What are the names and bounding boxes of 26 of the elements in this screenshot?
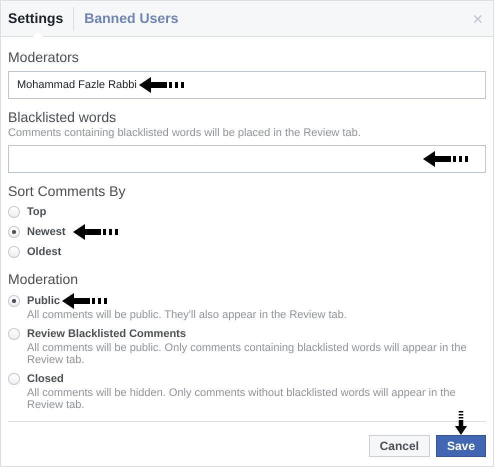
option-description: All comments will be public. They'll also appear in the Review tab. — [27, 309, 348, 321]
radio-button[interactable] — [8, 226, 20, 238]
cancel-button[interactable]: Cancel — [368, 435, 430, 457]
radio-button[interactable] — [8, 295, 20, 307]
option-description: All comments will be hidden. Only comments without blacklisted words will appear in the Review tab. — [27, 387, 457, 411]
section-label: Sort Comments By — [8, 183, 126, 200]
help-text: Comments containing blacklisted words will be placed in the Review tab. — [8, 126, 362, 140]
radio-button[interactable] — [8, 246, 20, 258]
section-label: Moderators — [8, 49, 80, 66]
radio-button[interactable] — [8, 328, 20, 340]
option-label: Closed — [27, 372, 64, 387]
section-label: Moderation — [8, 271, 80, 288]
option-description: All comments will be public. Only comments containing blacklisted words will appear in the Review tab. — [27, 342, 468, 366]
radio-button[interactable] — [8, 373, 20, 385]
moderators-field[interactable]: Mohammad Fazle Rabbi — [8, 71, 486, 99]
option-label: Public — [27, 294, 60, 309]
moderator-name: Mohammad Fazle Rabbi — [17, 78, 137, 93]
blacklist-field[interactable] — [8, 145, 486, 173]
section-label: Blacklisted words — [8, 109, 118, 126]
save-button[interactable]: Save — [436, 435, 486, 457]
radio-button[interactable] — [8, 206, 20, 218]
tab[interactable]: Settings — [8, 1, 64, 36]
option-label: Review Blacklisted Comments — [27, 326, 186, 342]
option-label: Top — [27, 204, 46, 220]
option-label: Newest — [27, 224, 66, 240]
option-label: Oldest — [27, 244, 62, 260]
